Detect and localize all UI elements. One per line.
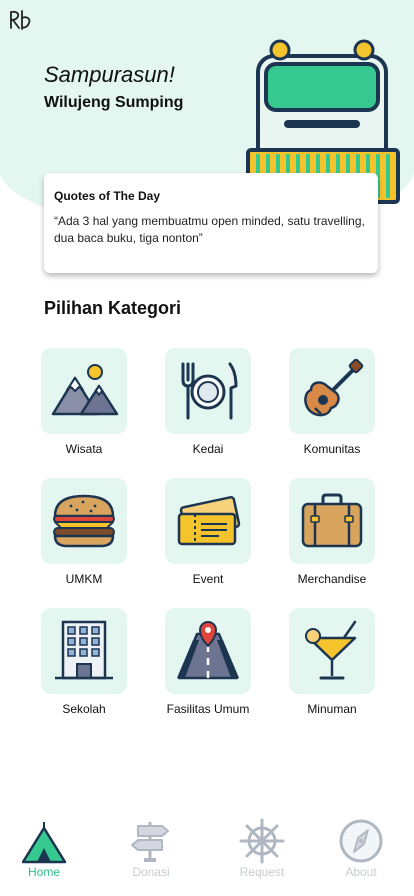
cocktail-icon bbox=[305, 620, 357, 680]
category-label: UMKM bbox=[65, 572, 103, 586]
categories-title: Pilihan Kategori bbox=[44, 298, 182, 318]
quote-title: Quotes of The Day bbox=[54, 189, 161, 203]
tab-request[interactable]: Request bbox=[222, 818, 302, 882]
tab-label: Home bbox=[27, 865, 60, 879]
bottom-tab-bar: Home Donasi Request About bbox=[0, 812, 414, 896]
category-label: Komunitas bbox=[303, 442, 361, 456]
category-label: Fasilitas Umum bbox=[166, 702, 250, 716]
app-logo bbox=[10, 10, 31, 30]
category-komunitas[interactable]: Komunitas bbox=[270, 348, 394, 457]
tab-about[interactable]: About bbox=[321, 818, 401, 882]
quote-text: “Ada 3 hal yang membuatmu open minded, s… bbox=[54, 214, 365, 245]
tab-label: Donasi bbox=[132, 865, 170, 879]
category-fasilitas-umum[interactable]: Fasilitas Umum bbox=[146, 608, 270, 717]
welcome-subtitle: Wilujeng Sumping bbox=[44, 94, 184, 111]
tent-icon bbox=[21, 822, 67, 864]
tab-donasi[interactable]: Donasi bbox=[111, 818, 191, 882]
category-umkm[interactable]: UMKM bbox=[22, 478, 146, 587]
category-minuman[interactable]: Minuman bbox=[270, 608, 394, 717]
category-label: Event bbox=[192, 572, 224, 586]
category-label: Kedai bbox=[192, 442, 224, 456]
category-kedai[interactable]: Kedai bbox=[146, 348, 270, 457]
quote-of-the-day-card: Quotes of The Day “Ada 3 hal yang membua… bbox=[44, 173, 378, 273]
plate-cutlery-icon bbox=[181, 362, 238, 420]
suitcase-icon bbox=[301, 493, 363, 548]
category-event[interactable]: Event bbox=[146, 478, 270, 587]
tab-label: About bbox=[345, 865, 377, 879]
category-label: Sekolah bbox=[62, 702, 106, 716]
building-icon bbox=[55, 620, 113, 680]
road-pin-icon bbox=[177, 621, 239, 680]
guitar-icon bbox=[304, 358, 364, 417]
mountains-icon bbox=[51, 364, 119, 416]
compass-icon bbox=[339, 819, 383, 863]
category-wisata[interactable]: Wisata bbox=[22, 348, 146, 457]
category-grid: Wisata Kedai Komunitas UMKM Event Mercha… bbox=[22, 348, 394, 717]
tab-home[interactable]: Home bbox=[4, 818, 84, 882]
tab-label: Request bbox=[239, 865, 285, 879]
ticket-icon bbox=[177, 496, 241, 546]
greeting-title: Sampurasun! bbox=[44, 62, 175, 87]
burger-icon bbox=[53, 494, 115, 548]
ship-wheel-icon bbox=[239, 818, 285, 864]
signpost-icon bbox=[131, 822, 169, 862]
category-sekolah[interactable]: Sekolah bbox=[22, 608, 146, 717]
category-label: Wisata bbox=[65, 442, 103, 456]
category-merchandise[interactable]: Merchandise bbox=[270, 478, 394, 587]
category-label: Minuman bbox=[307, 702, 357, 716]
category-label: Merchandise bbox=[297, 572, 367, 586]
